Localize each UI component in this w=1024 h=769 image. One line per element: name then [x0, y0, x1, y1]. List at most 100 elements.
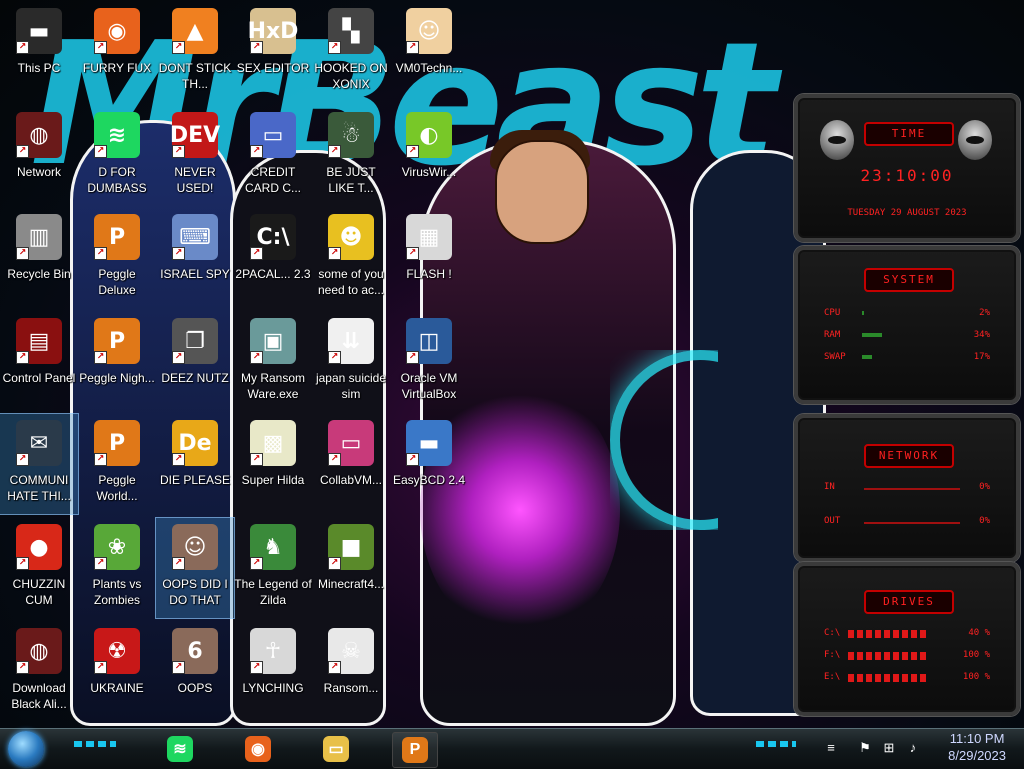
desktop-icon-label: FURRY FUX — [82, 61, 152, 75]
desktop-icon[interactable]: C:\ ↗ 2PACAL... 2.3 — [234, 208, 312, 308]
drive-row: F:\ 100 % — [824, 650, 990, 664]
taskbar-file-explorer-button[interactable]: ▭ — [314, 732, 358, 766]
shortcut-arrow-icon: ↗ — [406, 247, 419, 260]
desktop-icon[interactable]: ▤ ↗ Control Panel — [0, 312, 78, 412]
desktop-icon[interactable]: DEV ↗ NEVER USED! — [156, 106, 234, 206]
desktop-icon[interactable]: ☃ ↗ BE JUST LIKE T... — [312, 106, 390, 206]
desktop-icon[interactable]: ▬ ↗ This PC — [0, 2, 78, 102]
desktop-icon-label: some of you need to ac... — [317, 267, 385, 297]
desktop-icon[interactable]: De ↗ DIE PLEASE — [156, 414, 234, 514]
desktop-icon[interactable]: ▭ ↗ CollabVM... — [312, 414, 390, 514]
desktop-icon[interactable]: ◐ ↗ VirusWir... — [390, 106, 468, 206]
desktop-icon[interactable]: ▚ ↗ HOOKED ON XONIX — [312, 2, 390, 102]
shortcut-arrow-icon: ↗ — [16, 247, 29, 260]
wallpaper-face — [495, 140, 589, 244]
desktop-icon[interactable]: ☠ ↗ Ransom... — [312, 622, 390, 722]
desktop-icon-label: Peggle World... — [96, 473, 138, 503]
desktop-icon[interactable]: P ↗ Peggle Deluxe — [78, 208, 156, 308]
desktop-icon[interactable]: ☢ ↗ UKRAINE — [78, 622, 156, 722]
system-row-value: 2% — [979, 308, 990, 318]
desktop-icon-label: COMMUNI HATE THI... — [7, 473, 71, 503]
system-title: SYSTEM — [864, 268, 954, 292]
desktop-icon[interactable]: ◍ ↗ Network — [0, 106, 78, 206]
desktop-icon-label: My Ransom Ware.exe — [240, 371, 305, 401]
desktop-icon[interactable]: ◍ ↗ Download Black Ali... — [0, 622, 78, 722]
system-row-name: RAM — [824, 330, 841, 340]
action-center-flag-icon[interactable]: ⚑ — [856, 739, 874, 757]
network-gadget: NETWORK IN 0% OUT 0% — [794, 414, 1020, 562]
network-graph-line — [864, 522, 960, 524]
desktop-icon-label: CREDIT CARD C... — [244, 165, 301, 195]
shortcut-arrow-icon: ↗ — [94, 661, 107, 674]
desktop-icon[interactable]: ▣ ↗ My Ransom Ware.exe — [234, 312, 312, 412]
desktop-icon[interactable]: ◉ ↗ FURRY FUX — [78, 2, 156, 102]
desktop-icon[interactable]: ☺ ↗ OOPS DID I DO THAT — [155, 517, 235, 619]
taskbar-clock[interactable]: 11:10 PM 8/29/2023 — [948, 730, 1006, 764]
desktop-icon[interactable]: ≋ ↗ D FOR DUMBASS — [78, 106, 156, 206]
shortcut-arrow-icon: ↗ — [250, 351, 263, 364]
drive-row-value: 100 % — [962, 650, 990, 660]
desktop-icon[interactable]: ♞ ↗ The Legend of Zilda — [234, 518, 312, 618]
drive-row-name: E:\ — [824, 672, 841, 682]
desktop-icon[interactable]: ✉ ↗ COMMUNI HATE THI... — [0, 413, 79, 515]
desktop-icon[interactable]: ▩ ↗ Super Hilda — [234, 414, 312, 514]
desktop-icon[interactable]: ☻ ↗ some of you need to ac... — [312, 208, 390, 308]
app-icon: ▦ ↗ — [406, 214, 452, 260]
desktop-icon[interactable]: ◫ ↗ Oracle VM VirtualBox — [390, 312, 468, 412]
shortcut-arrow-icon: ↗ — [94, 351, 107, 364]
drive-row-name: F:\ — [824, 650, 841, 660]
desktop-icon[interactable]: ☥ ↗ LYNCHING — [234, 622, 312, 722]
volume-icon[interactable]: ♪ — [904, 739, 922, 757]
desktop-icon[interactable]: ⌨ ↗ ISRAEL SPY — [156, 208, 234, 308]
desktop-icon[interactable]: HxD ↗ SEX EDITOR — [234, 2, 312, 102]
app-icon: ◫ ↗ — [406, 318, 452, 364]
app-icon: ☃ ↗ — [328, 112, 374, 158]
network-row-value: 0% — [979, 482, 990, 492]
desktop-icon[interactable]: ▲ ↗ DONT STICK TH... — [156, 2, 234, 102]
network-icon[interactable]: ⊞ — [880, 739, 898, 757]
app-icon: ▣ ↗ — [250, 318, 296, 364]
shortcut-arrow-icon: ↗ — [16, 41, 29, 54]
show-hidden-icons-icon[interactable]: ≡ — [822, 739, 840, 757]
app-icon: ▭ ↗ — [250, 112, 296, 158]
shortcut-arrow-icon: ↗ — [250, 247, 263, 260]
desktop-icon[interactable]: ● ↗ CHUZZIN CUM — [0, 518, 78, 618]
app-icon: ■ ↗ — [328, 524, 374, 570]
app-icon: ▚ ↗ — [328, 8, 374, 54]
desktop-icon[interactable]: ▥ ↗ Recycle Bin — [0, 208, 78, 308]
desktop-icon[interactable]: ⇊ ↗ japan suicide sim — [312, 312, 390, 412]
desktop-icon[interactable]: 6 ↗ OOPS — [156, 622, 234, 722]
desktop-icon[interactable]: P ↗ Peggle World... — [78, 414, 156, 514]
system-row-value: 34% — [973, 330, 990, 340]
desktop-icon[interactable]: ❐ ↗ DEEZ NUTZ — [156, 312, 234, 412]
desktop-icon[interactable]: ❀ ↗ Plants vs Zombies — [78, 518, 156, 618]
taskbar-decoration — [756, 741, 796, 747]
taskbar-spotify-button[interactable]: ≋ — [158, 732, 202, 766]
app-icon: P ↗ — [94, 420, 140, 466]
firefox-icon: ◉ — [245, 736, 271, 762]
desktop-icon[interactable]: ☺ ↗ VM0Techn... — [390, 2, 468, 102]
start-button[interactable] — [8, 731, 44, 767]
app-icon: ☻ ↗ — [328, 214, 374, 260]
desktop-icon-label: VM0Techn... — [395, 61, 463, 75]
desktop-icon[interactable]: ▭ ↗ CREDIT CARD C... — [234, 106, 312, 206]
system-row-name: CPU — [824, 308, 841, 318]
desktop-icon-label: Network — [16, 165, 61, 179]
desktop-icon[interactable]: ▬ ↗ EasyBCD 2.4 — [390, 414, 468, 514]
desktop-icon[interactable]: ▦ ↗ FLASH ! — [390, 208, 468, 308]
drive-row: E:\ 100 % — [824, 672, 990, 686]
shortcut-arrow-icon: ↗ — [328, 351, 341, 364]
time-title: TIME — [864, 122, 954, 146]
desktop-icon-label: OOPS DID I DO THAT — [162, 577, 228, 607]
system-row: RAM 34% — [824, 330, 990, 344]
network-title: NETWORK — [864, 444, 954, 468]
taskbar-peggle-button[interactable]: P — [392, 732, 438, 768]
taskbar-firefox-button[interactable]: ◉ — [236, 732, 280, 766]
shortcut-arrow-icon: ↗ — [94, 41, 107, 54]
app-icon: ☺ ↗ — [406, 8, 452, 54]
desktop-icon[interactable]: P ↗ Peggle Nigh... — [78, 312, 156, 412]
file-explorer-icon: ▭ — [323, 736, 349, 762]
clock-time: 11:10 PM — [949, 731, 1005, 746]
desktop-icon[interactable]: ■ ↗ Minecraft4... — [312, 518, 390, 618]
drive-usage-bar — [848, 630, 928, 638]
